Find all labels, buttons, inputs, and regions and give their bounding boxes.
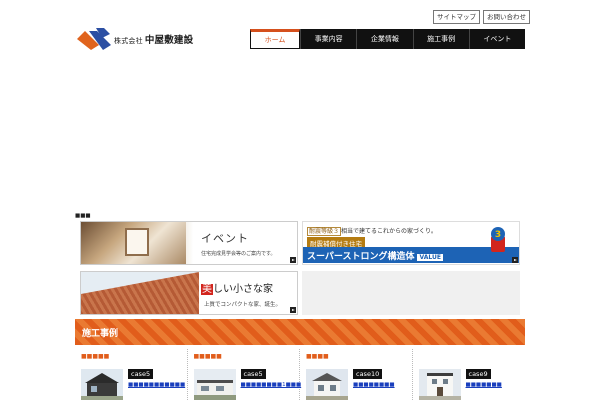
case-badge: case5 [240, 369, 266, 379]
roof-photo [81, 272, 199, 314]
work-link[interactable]: ■■■■■■■■ [353, 382, 395, 388]
work-category: ■■■■■ [81, 353, 110, 360]
event-subtitle: 住宅完成見学会等のご案内です。 [201, 251, 276, 257]
small-house-title: 美しい小さな家 [201, 280, 273, 295]
work-link[interactable]: ■■■■■■■ [466, 382, 502, 388]
strong-phrase-rest: 相当で建てるこれからの家づくり。 [341, 228, 437, 235]
small-house-title-first: 美 [201, 284, 213, 295]
work-link[interactable]: ■■■■■■■■1■■■ [241, 382, 302, 388]
contact-link[interactable]: お問い合わせ [483, 10, 530, 24]
arrow-corner-icon [290, 257, 296, 263]
interior-photo [81, 222, 186, 264]
work-thumbnail[interactable] [306, 369, 348, 400]
small-house-title-rest: しい小さな家 [213, 284, 273, 295]
window-shape [125, 228, 149, 256]
logo[interactable]: 株式会社 中屋敷建設 [77, 28, 193, 50]
nav-company[interactable]: 企業情報 [356, 29, 412, 49]
empty-banner-slot [302, 271, 520, 315]
work-link[interactable]: ■■■■■■■■■■■ [128, 382, 185, 388]
nav-home[interactable]: ホーム [250, 29, 301, 49]
case-badge: case5 [128, 369, 154, 379]
event-banner[interactable]: イベント 住宅完成見学会等のご案内です。 [80, 221, 298, 265]
arrow-corner-icon [512, 257, 518, 263]
strong-main-text: スーパーストロング構造体 [307, 252, 415, 262]
nav-business[interactable]: 事業内容 [300, 29, 356, 49]
section-label: ■■■ [75, 213, 91, 219]
work-thumbnail[interactable] [193, 369, 236, 400]
global-nav: ホーム 事業内容 企業情報 施工事例 イベント [250, 29, 525, 49]
mascot-number: 3 [495, 230, 501, 240]
super-strong-banner[interactable]: 耐震等級３ 相当で建てるこれからの家づくり。 耐震補償付き住宅 スーパーストロング… [302, 221, 520, 265]
nav-works[interactable]: 施工事例 [412, 29, 469, 49]
works-list: ■■■■■ case5 ■■■■■■■■■■■ ■■■■■ case5 ■■■■… [75, 349, 525, 400]
arrow-corner-icon [290, 307, 296, 313]
work-category: ■■■■■ [193, 353, 222, 360]
logo-text: 株式会社 中屋敷建設 [114, 32, 193, 46]
case-badge: case9 [465, 369, 491, 379]
sitemap-link[interactable]: サイトマップ [433, 10, 480, 24]
logo-name: 中屋敷建設 [144, 35, 194, 46]
seismic-grade: 耐震等級３ [307, 227, 342, 236]
work-item: ■■■■ case10 ■■■■■■■■ [300, 349, 413, 400]
strong-phrase: 耐震等級３ 相当で建てるこれからの家づくり。 [307, 226, 437, 236]
work-thumbnail[interactable] [81, 369, 123, 400]
logo-prefix: 株式会社 [114, 37, 143, 45]
works-header: 施工事例 [75, 319, 525, 345]
page: サイトマップ お問い合わせ 株式会社 中屋敷建設 ホーム 事業内容 企業情報 施工… [0, 0, 600, 400]
work-item: case9 ■■■■■■■ [413, 349, 525, 400]
company-logo-mark-icon [77, 28, 111, 50]
small-house-banner[interactable]: 美しい小さな家 上質でコンパクトな家、誕生。 [80, 271, 298, 315]
structure-mascot-icon: 3 [491, 227, 505, 259]
hero-area [75, 55, 525, 213]
work-category: ■■■■ [306, 353, 329, 360]
utility-nav: サイトマップ お問い合わせ [433, 10, 530, 24]
works-heading: 施工事例 [82, 329, 119, 339]
work-thumbnail[interactable] [418, 369, 461, 400]
nav-events[interactable]: イベント [468, 29, 525, 49]
small-house-subtitle: 上質でコンパクトな家、誕生。 [204, 302, 282, 308]
work-item: ■■■■■ case5 ■■■■■■■■■■■ [75, 349, 188, 400]
event-title: イベント [201, 232, 249, 245]
value-badge: VALUE [417, 254, 443, 261]
case-badge: case10 [353, 369, 383, 379]
work-item: ■■■■■ case5 ■■■■■■■■1■■■ [188, 349, 301, 400]
